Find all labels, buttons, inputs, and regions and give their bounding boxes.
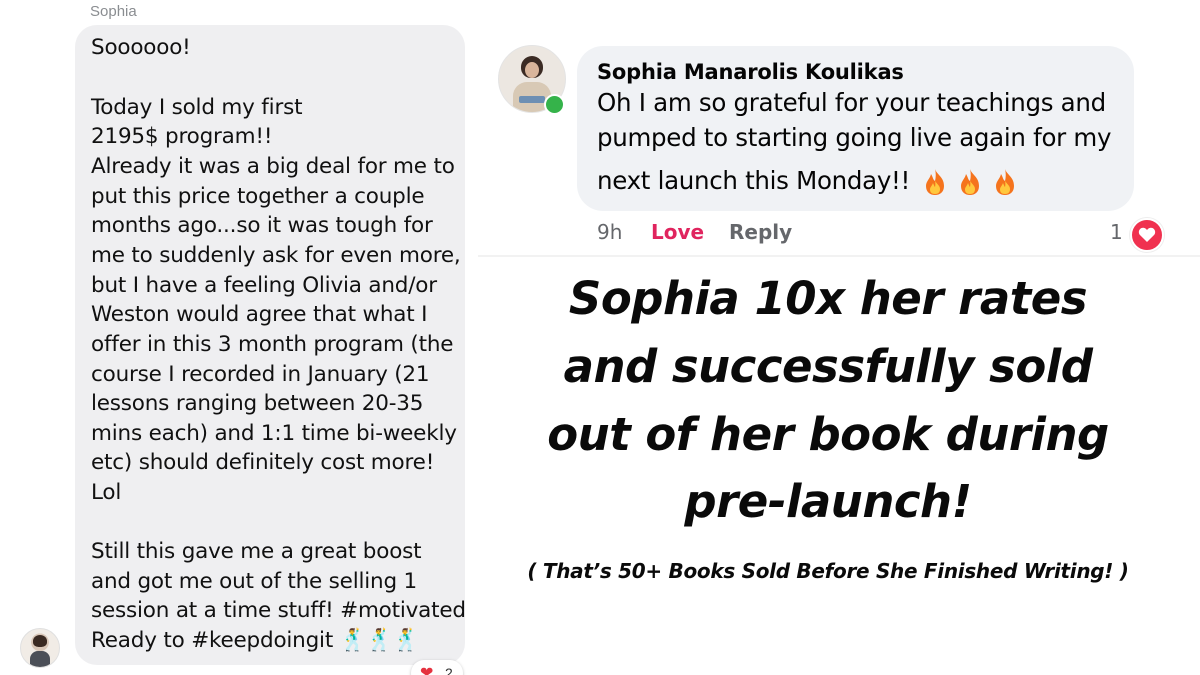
headline-subtitle: ( That’s 50+ Books Sold Before She Finis…: [527, 559, 1129, 583]
headline-line: and successfully sold: [563, 340, 1093, 393]
chat-message-line: but I have a feeling Olivia and/or: [91, 273, 437, 298]
chat-message-line: Today I sold my first: [91, 95, 303, 120]
chat-message-line: put this price together a couple: [91, 184, 425, 209]
comment-reaction-count[interactable]: 1: [1110, 220, 1123, 244]
chat-message-line: course I recorded in January (21: [91, 362, 430, 387]
fire-icon: [996, 169, 1014, 195]
chat-sender-name: Sophia: [90, 3, 137, 20]
chat-reaction-count: 2: [445, 665, 453, 675]
chat-message-line: Lol: [91, 480, 122, 505]
chat-message-line: etc) should definitely cost more!: [91, 450, 435, 475]
headline-line: Sophia 10x her rates: [568, 272, 1088, 325]
comment-timestamp[interactable]: 9h: [597, 220, 622, 244]
chat-message-line: months ago...so it was tough for: [91, 213, 433, 238]
testimonial-canvas: Sophia Soooooo! Today I sold my first 21…: [0, 0, 1200, 675]
chat-message-line: me to suddenly ask for even more,: [91, 243, 461, 268]
heart-icon: [1138, 227, 1156, 242]
love-button[interactable]: Love: [651, 220, 704, 244]
comment-text-line: pumped to starting going live again for …: [597, 123, 1112, 152]
chat-sender-avatar[interactable]: [20, 628, 60, 668]
fire-icon: [926, 169, 944, 195]
comment-text-line: next launch this Monday!!: [597, 166, 911, 195]
chat-message-line: Already it was a big deal for me to: [91, 154, 455, 179]
chat-message-line: Soooooo!: [91, 35, 191, 60]
heart-reaction-icon[interactable]: [1130, 218, 1164, 252]
chat-message-line: 2195$ program!!: [91, 124, 273, 149]
comment-author-name[interactable]: Sophia Manarolis Koulikas: [597, 60, 904, 84]
chat-reaction-pill[interactable]: ❤ 2: [411, 660, 463, 675]
reply-button[interactable]: Reply: [729, 220, 792, 244]
fire-icon: [961, 169, 979, 195]
comment-divider: [478, 255, 1200, 257]
chat-message-line: and got me out of the selling 1: [91, 569, 418, 594]
chat-message-line: Still this gave me a great boost: [91, 539, 422, 564]
headline-line: out of her book during: [547, 408, 1109, 461]
chat-message-line: offer in this 3 month program (the: [91, 332, 454, 357]
heart-icon: ❤: [420, 665, 434, 675]
chat-message-line: Weston would agree that what I: [91, 302, 428, 327]
online-status-dot: [544, 94, 565, 115]
chat-message-line: lessons ranging between 20-35: [91, 391, 424, 416]
chat-message-line: session at a time stuff! #motivated: [91, 598, 466, 623]
headline-line: pre-launch!: [684, 475, 972, 528]
chat-message-line: mins each) and 1:1 time bi-weekly: [91, 421, 457, 446]
comment-text-line: Oh I am so grateful for your teachings a…: [597, 88, 1106, 117]
chat-message-line: Ready to #keepdoingit 🕺🕺🕺: [91, 628, 420, 653]
